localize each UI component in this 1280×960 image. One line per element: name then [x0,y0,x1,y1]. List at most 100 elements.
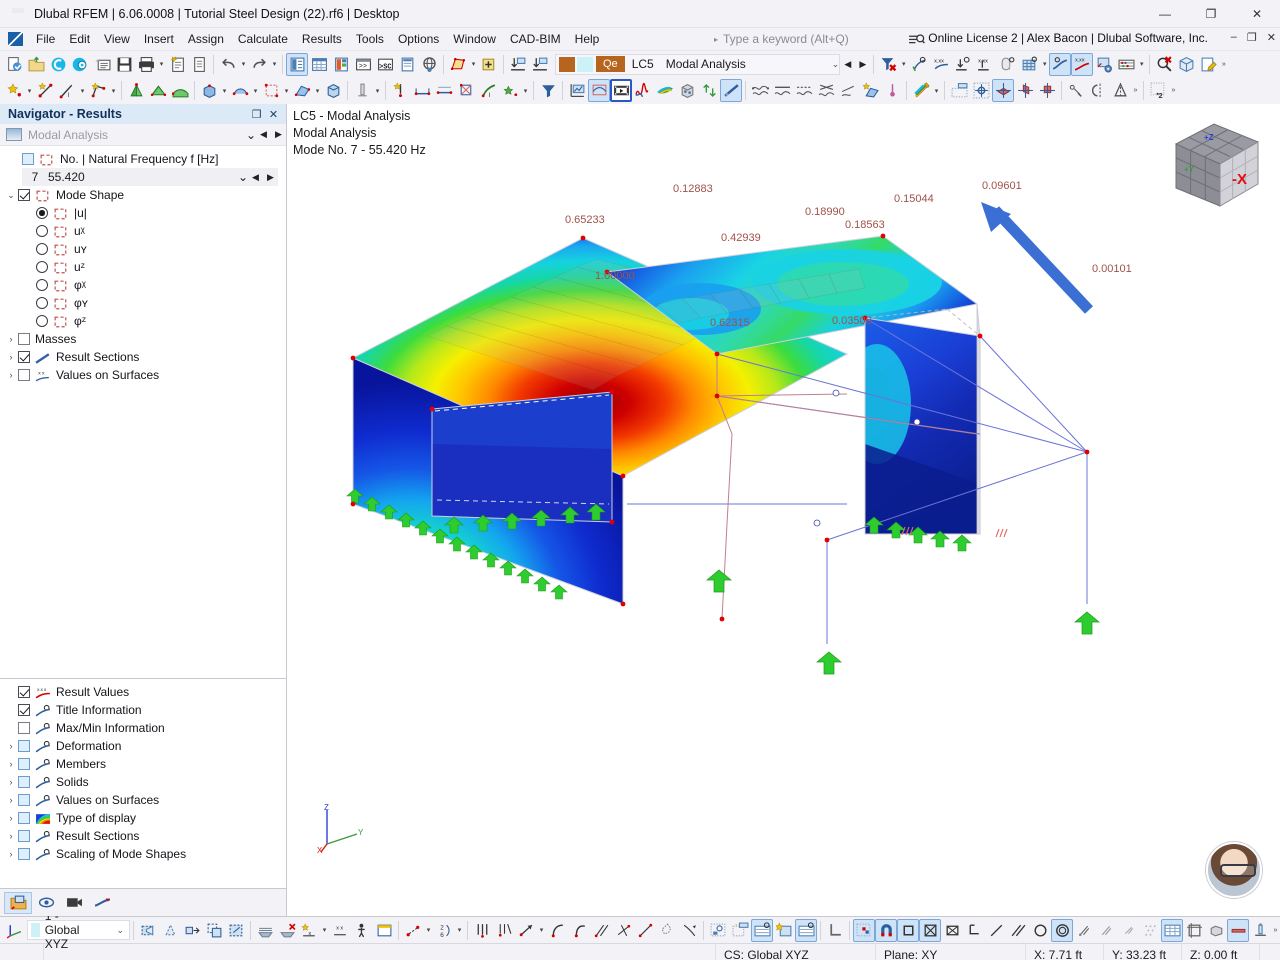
object-snap-corner-button[interactable] [963,919,985,942]
menu-window[interactable]: Window [446,29,503,49]
result-values-xxx-button[interactable]: x.xx [930,53,952,76]
menu-tools[interactable]: Tools [349,29,391,49]
grid-display-button[interactable] [853,918,875,942]
radio-button[interactable] [36,225,48,237]
menu-options[interactable]: Options [391,29,446,49]
division-snap-dropdown-icon[interactable]: ▾ [455,919,464,942]
perpendicular-snap-button[interactable] [612,919,634,942]
project-info-button[interactable] [91,53,113,76]
filter-dropdown-icon[interactable]: ▾ [899,53,908,76]
checkbox[interactable] [18,812,30,824]
load-case-selector[interactable]: Qe LC5 Modal Analysis ⌄ [555,53,841,75]
line-support-button[interactable] [389,79,411,102]
save-button[interactable] [113,53,135,76]
add-selection-button[interactable] [478,53,500,76]
new-opening-dropdown-icon[interactable]: ▾ [282,79,291,102]
undo-button[interactable] [217,53,239,76]
display-item-scaling-of-mode-shapes[interactable]: › Scaling of Mode Shapes [0,845,286,863]
plane-xy-button[interactable] [824,919,846,942]
checkbox[interactable] [18,776,30,788]
new-surface-plane-button[interactable] [147,79,169,102]
filter-clear-button[interactable] [877,53,899,76]
angle-snap-button[interactable] [515,919,537,942]
nodal-support-dropdown-icon[interactable]: ▾ [373,79,382,102]
expander-icon[interactable]: › [4,813,18,823]
ortho-angle-button[interactable] [493,919,515,942]
tree-item-mode-shape[interactable]: ⌄ Mode Shape [0,186,286,204]
load-case-prev-button[interactable]: ◀ [840,54,855,75]
vibration-diagram-button[interactable] [632,79,654,102]
work-plane-xz-button[interactable] [1014,79,1036,102]
render-surfaces-button[interactable] [1161,918,1183,942]
division-snap-button[interactable]: 26 [433,919,455,942]
cloud-settings-button[interactable] [69,53,91,76]
copy-object-button[interactable] [203,919,225,942]
expander-icon[interactable]: ⌄ [4,190,18,201]
tables-toggle-button[interactable] [308,53,330,76]
result-chart-button[interactable] [566,79,588,102]
view-navigation-cube[interactable]: -X +Y +Z [1162,114,1272,224]
object-snap-line-button[interactable] [985,919,1007,942]
global-render-button[interactable] [707,919,729,942]
print-dropdown-icon[interactable]: ▾ [157,53,166,76]
minimize-button[interactable]: — [1142,0,1188,28]
tree-item-u-abs[interactable]: |u| [0,204,286,222]
frequency-prev-button[interactable]: ◀ [248,167,263,188]
tree-item-ux[interactable]: uᵡ [0,222,286,240]
display-mode-button[interactable] [751,918,773,942]
new-model-button[interactable] [3,53,25,76]
support-globe-button[interactable] [418,53,440,76]
point-snap-dropdown-icon[interactable]: ▾ [424,919,433,942]
new-report-button[interactable] [166,53,188,76]
display-item-members[interactable]: › Members [0,755,286,773]
mesh-generate-button[interactable] [254,919,276,942]
result-diagram-type-2-button[interactable] [771,79,793,102]
symmetry-snap-button[interactable] [1087,79,1109,102]
display-item-title-information[interactable]: Title Information [0,701,286,719]
radio-button[interactable] [36,261,48,273]
surface-select-button[interactable] [447,53,469,76]
new-line-button[interactable] [34,79,56,102]
menu-cad-bim[interactable]: CAD-BIM [503,29,568,49]
new-surface-button[interactable] [125,79,147,102]
doc-restore-button[interactable]: ❐ [1247,31,1257,44]
menu-assign[interactable]: Assign [181,29,231,49]
load-case-next-button[interactable]: ▶ [855,54,870,75]
result-diagram-type-5-button[interactable] [837,79,859,102]
user-avatar[interactable] [1206,842,1262,898]
frequency-selector[interactable]: 7 55.420 ⌄ ◀ ▶ [22,168,278,186]
tree-item-uz[interactable]: uᶻ [0,258,286,276]
display-item-maxmin-information[interactable]: Max/Min Information [0,719,286,737]
animation-button[interactable] [610,79,632,102]
load-case-up-button[interactable] [529,53,551,76]
rigid-link-button[interactable]: I [477,79,499,102]
dimension-dropdown-icon[interactable]: ▾ [320,919,329,942]
menu-help[interactable]: Help [568,29,607,49]
grid-settings-button[interactable] [970,79,992,102]
expander-icon[interactable]: › [4,849,18,859]
new-surface-curved-button[interactable] [169,79,191,102]
rotate-object-button[interactable] [159,919,181,942]
snap-magnet-button[interactable] [875,918,897,942]
coordinate-system-icon[interactable] [3,919,25,942]
result-diagram-button[interactable] [1049,52,1072,76]
object-snap-parallel-button[interactable] [1007,919,1029,942]
checkbox[interactable] [18,830,30,842]
navigator-close-button[interactable]: ✕ [265,106,282,123]
new-line-dropdown-icon[interactable]: ▾ [78,79,87,102]
checkbox[interactable] [18,848,30,860]
mirror-object-button[interactable] [181,919,203,942]
expander-icon[interactable]: › [4,352,18,362]
checkbox[interactable] [18,794,30,806]
result-diagram-type-1-button[interactable] [749,79,771,102]
tangent-snap-button[interactable] [634,919,656,942]
radio-button[interactable] [36,315,48,327]
color-surface-button[interactable] [654,79,676,102]
maximize-button[interactable]: ❐ [1188,0,1234,28]
move-object-button[interactable] [137,919,159,942]
toolbar2-overflow-icon[interactable]: » [1169,79,1178,102]
tree-item-masses[interactable]: › Masses [0,330,286,348]
member-eccentricity-button[interactable] [433,79,455,102]
surface-results-button[interactable] [1018,53,1040,76]
object-snap-center-button[interactable] [919,918,941,942]
